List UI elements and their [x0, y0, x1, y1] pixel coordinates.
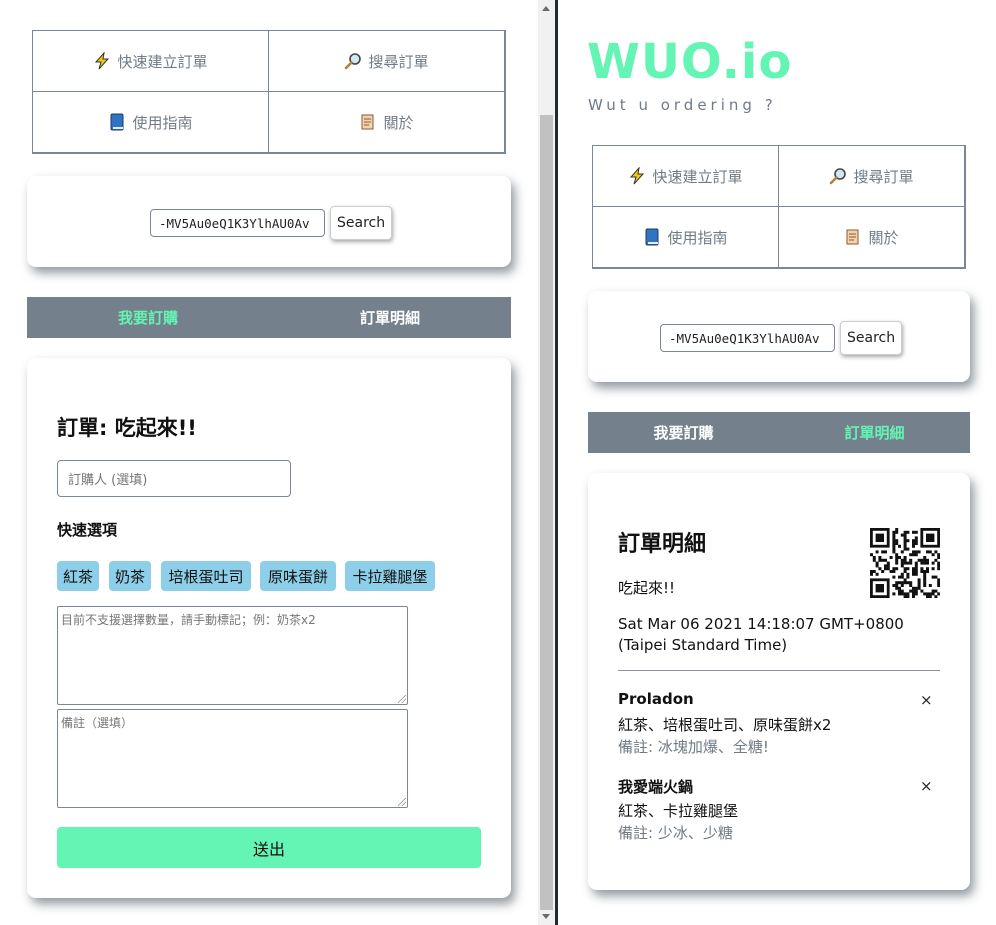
- search-card: Search: [27, 176, 511, 267]
- scroll-down-arrow-icon[interactable]: [542, 914, 550, 919]
- items-textarea[interactable]: 目前不支援選擇數量，請手動標記；例：奶茶x2: [57, 606, 408, 705]
- entry-note: 備註: 冰塊加爆、全糖!: [618, 738, 769, 756]
- menu-quick-create[interactable]: 快速建立訂單: [592, 145, 779, 207]
- quick-option-chip[interactable]: 原味蛋餅: [260, 561, 336, 591]
- quick-option-chip[interactable]: 奶茶: [109, 561, 151, 591]
- name-field[interactable]: 訂購人 (選填): [57, 460, 291, 497]
- menu-guide[interactable]: 使用指南: [32, 91, 269, 153]
- scrollbar[interactable]: [538, 0, 555, 925]
- order-timestamp: Sat Mar 06 2021 14:18:07 GMT+0800 (Taipe…: [618, 615, 904, 654]
- menu-search-order[interactable]: 搜尋訂單: [268, 30, 505, 92]
- tab-bar: 我要訂購 訂單明細: [588, 412, 970, 453]
- name-field-placeholder: 訂購人 (選填): [68, 473, 148, 488]
- order-title: 訂單: 吃起來!!: [57, 416, 197, 440]
- book-icon: [108, 113, 126, 131]
- main-menu: 快速建立訂單 搜尋訂單 使用指南 關於: [32, 30, 506, 154]
- tab-details[interactable]: 訂單明細: [779, 412, 970, 453]
- menu-search-order[interactable]: 搜尋訂單: [778, 145, 965, 207]
- details-title: 訂單明細: [618, 532, 707, 557]
- main-menu: 快速建立訂單 搜尋訂單 使用指南 關於: [592, 145, 966, 269]
- search-button[interactable]: Search: [840, 321, 903, 355]
- scrollbar-thumb[interactable]: [540, 115, 553, 910]
- search-input[interactable]: [150, 209, 325, 237]
- logo: WUO.io: [587, 34, 793, 90]
- menu-search-order-label: 搜尋訂單: [368, 52, 429, 71]
- lightning-icon: [93, 52, 111, 70]
- magnifier-icon: [344, 52, 362, 70]
- menu-about[interactable]: 關於: [268, 91, 505, 153]
- submit-button[interactable]: 送出: [57, 827, 481, 868]
- scroll-icon: [844, 228, 862, 246]
- search-input[interactable]: [660, 324, 835, 352]
- quick-option-chip[interactable]: 培根蛋吐司: [161, 561, 251, 591]
- menu-search-order-label: 搜尋訂單: [853, 167, 914, 186]
- lightning-icon: [628, 167, 646, 185]
- menu-quick-create-label: 快速建立訂單: [652, 167, 743, 186]
- left-pane: 快速建立訂單 搜尋訂單 使用指南 關於 Search 我要訂購 訂: [0, 0, 538, 925]
- resize-handle[interactable]: [398, 695, 406, 703]
- book-icon: [643, 228, 661, 246]
- tagline: Wut u ordering ?: [588, 96, 777, 114]
- search-button[interactable]: Search: [330, 206, 393, 240]
- menu-about[interactable]: 關於: [778, 206, 965, 268]
- order-name: 吃起來!!: [618, 579, 676, 597]
- entry-name: 我愛端火鍋: [618, 778, 694, 796]
- quick-options-title: 快速選項: [57, 521, 118, 539]
- menu-quick-create[interactable]: 快速建立訂單: [32, 30, 269, 92]
- entry-name: Proladon: [618, 690, 694, 708]
- remove-entry-close-icon[interactable]: ×: [920, 691, 933, 709]
- entry-items: 紅茶、培根蛋吐司、原味蛋餅x2: [618, 716, 832, 734]
- note-textarea-placeholder: 備註（選填）: [61, 716, 134, 730]
- menu-guide-label: 使用指南: [667, 228, 728, 247]
- magnifier-icon: [829, 167, 847, 185]
- scroll-icon: [359, 113, 377, 131]
- menu-guide-label: 使用指南: [132, 113, 193, 132]
- note-textarea[interactable]: 備註（選填）: [57, 709, 408, 808]
- tab-order[interactable]: 我要訂購: [588, 412, 779, 453]
- quick-option-chip[interactable]: 卡拉雞腿堡: [345, 561, 435, 591]
- quick-option-chip[interactable]: 紅茶: [57, 561, 99, 591]
- tab-details[interactable]: 訂單明細: [269, 297, 511, 338]
- resize-handle[interactable]: [398, 798, 406, 806]
- pane-divider: [555, 0, 558, 925]
- scroll-up-arrow-icon[interactable]: [542, 6, 550, 11]
- menu-about-label: 關於: [383, 113, 414, 132]
- qr-code-icon: [870, 528, 941, 599]
- divider-line: [618, 670, 940, 671]
- entry-items: 紅茶、卡拉雞腿堡: [618, 802, 739, 820]
- menu-quick-create-label: 快速建立訂單: [117, 52, 208, 71]
- tab-order[interactable]: 我要訂購: [27, 297, 269, 338]
- right-pane: WUO.io Wut u ordering ? 快速建立訂單 搜尋訂單 使用指南…: [560, 0, 996, 925]
- menu-guide[interactable]: 使用指南: [592, 206, 779, 268]
- items-textarea-placeholder: 目前不支援選擇數量，請手動標記；例：奶茶x2: [61, 613, 316, 627]
- tab-bar: 我要訂購 訂單明細: [27, 297, 511, 338]
- entry-note: 備註: 少冰、少糖: [618, 824, 733, 842]
- search-card: Search: [588, 291, 970, 382]
- menu-about-label: 關於: [868, 228, 899, 247]
- remove-entry-close-icon[interactable]: ×: [920, 777, 933, 795]
